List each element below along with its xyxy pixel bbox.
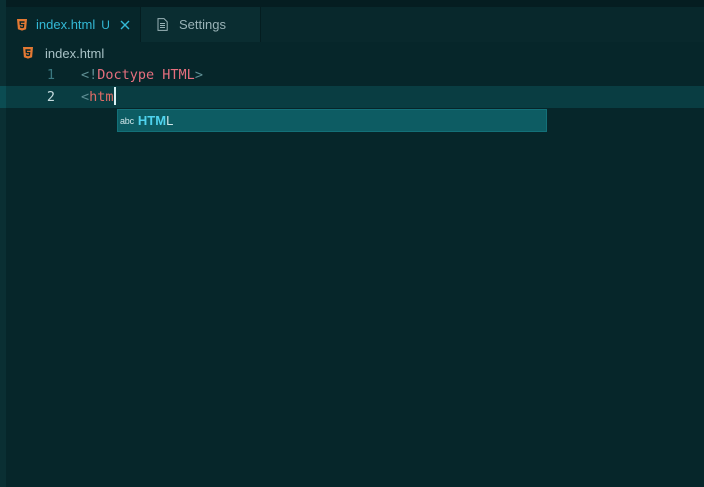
title-strip xyxy=(0,0,704,7)
tab-settings[interactable]: Settings xyxy=(141,7,261,42)
text-word-icon: abc xyxy=(120,115,134,126)
breadcrumb-file[interactable]: index.html xyxy=(45,46,104,61)
code-line-current[interactable]: 2 <htm xyxy=(6,86,704,108)
tab-label: Settings xyxy=(179,17,226,32)
code-line[interactable]: 1 <!Doctype HTML> xyxy=(6,64,704,86)
tab-bar: index.html U Settings xyxy=(6,7,704,42)
suggestion-rest: L xyxy=(166,113,174,128)
text-cursor xyxy=(113,87,116,105)
html5-icon xyxy=(17,18,27,31)
line-number: 2 xyxy=(46,89,55,105)
suggestion-label: HTML xyxy=(138,113,173,128)
editor-window: index.html U Settings index.html 1 <!Doc… xyxy=(0,0,704,487)
token-punct: <! xyxy=(81,67,98,83)
file-icon xyxy=(157,18,168,31)
close-icon[interactable] xyxy=(120,20,130,30)
token-punct: > xyxy=(194,67,203,83)
suggestion-match: HTM xyxy=(137,113,167,128)
html5-icon xyxy=(23,47,33,59)
token-tag: htm xyxy=(89,89,114,105)
token-punct: < xyxy=(81,89,90,105)
untracked-badge: U xyxy=(101,17,110,32)
autocomplete-suggestion[interactable]: abc HTML xyxy=(117,109,547,132)
tab-index-html[interactable]: index.html U xyxy=(6,7,140,42)
code-text[interactable]: <htm xyxy=(81,86,116,108)
code-text[interactable]: <!Doctype HTML> xyxy=(81,64,203,86)
token-doctype: Doctype HTML xyxy=(97,67,195,83)
tab-label: index.html xyxy=(36,17,96,32)
breadcrumb[interactable]: index.html xyxy=(6,42,704,64)
line-number: 1 xyxy=(46,67,55,83)
